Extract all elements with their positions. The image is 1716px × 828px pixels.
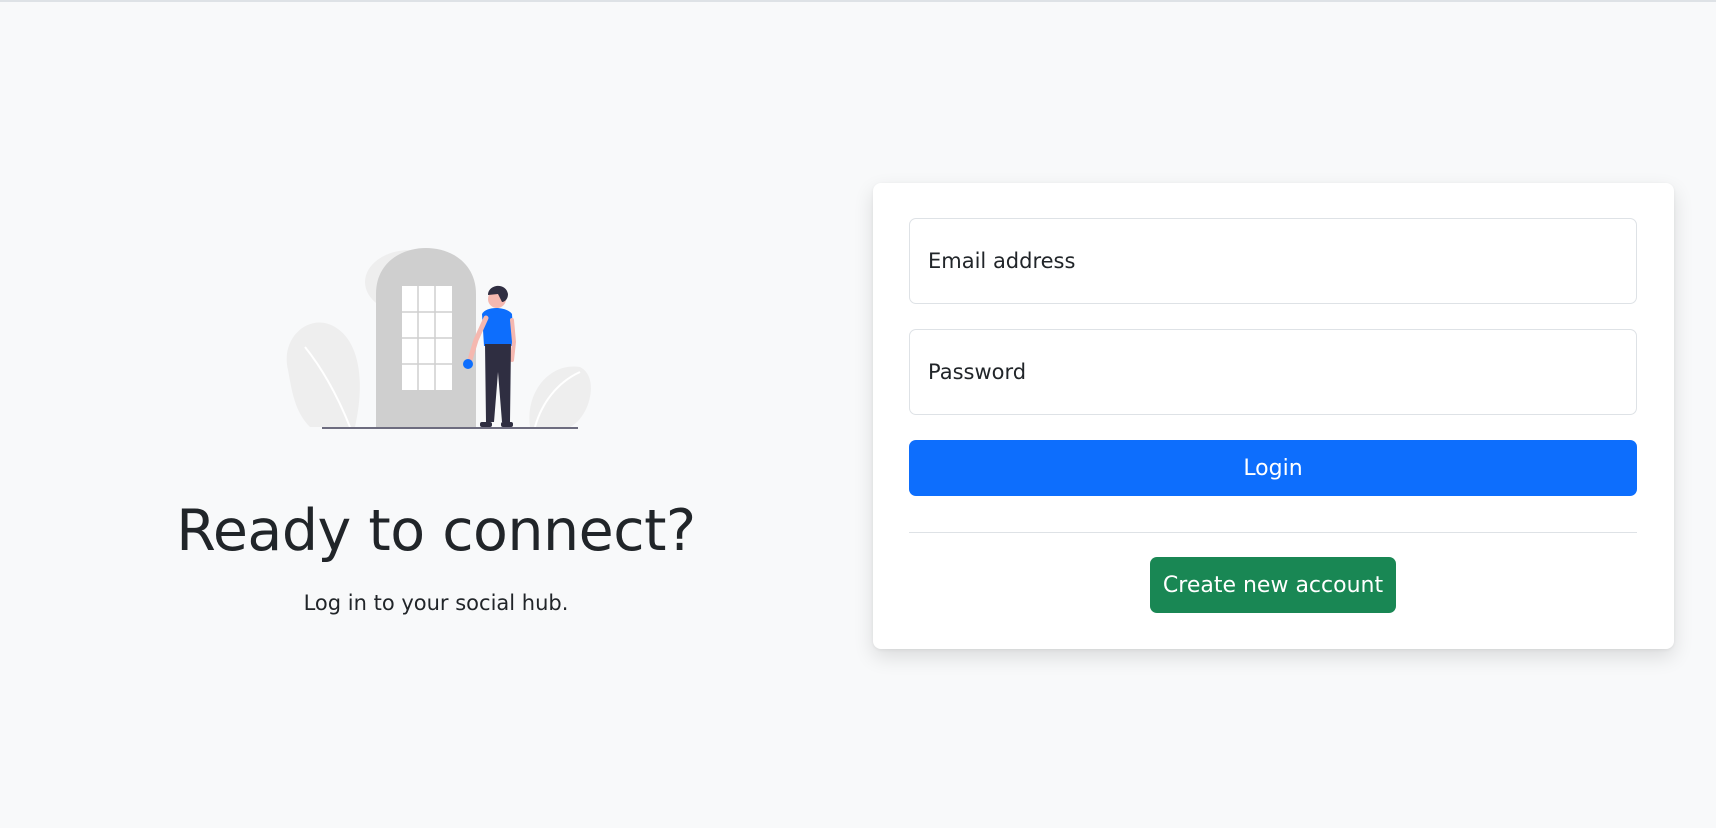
email-field[interactable] <box>909 218 1637 304</box>
login-card: Login Create new account <box>873 183 1674 649</box>
hero-section: Ready to connect? Log in to your social … <box>0 0 872 828</box>
person-at-door-illustration <box>286 248 591 429</box>
divider <box>909 532 1637 533</box>
create-account-button[interactable]: Create new account <box>1150 557 1396 613</box>
page-subtitle: Log in to your social hub. <box>303 591 569 615</box>
page-title: Ready to connect? <box>176 498 696 564</box>
login-page: Ready to connect? Log in to your social … <box>0 0 1716 828</box>
password-field[interactable] <box>909 329 1637 415</box>
login-button[interactable]: Login <box>909 440 1637 496</box>
